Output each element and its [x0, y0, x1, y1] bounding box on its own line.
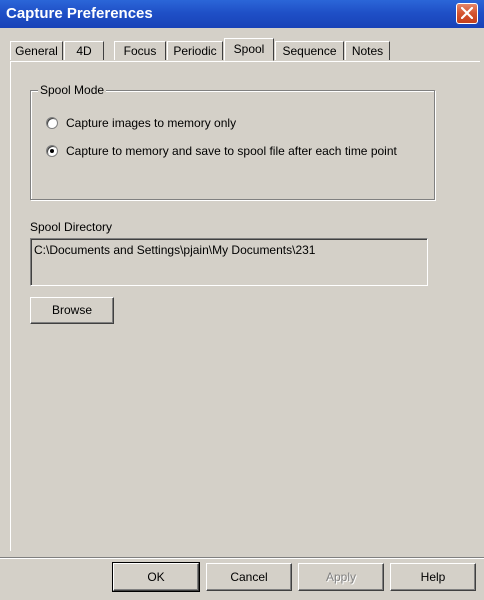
title-bar[interactable]: Capture Preferences	[0, 0, 484, 28]
ok-button[interactable]: OK	[112, 562, 200, 592]
cancel-button[interactable]: Cancel	[206, 563, 292, 591]
tab-spool[interactable]: Spool	[224, 38, 274, 61]
radio-button[interactable]	[46, 117, 58, 129]
window-title: Capture Preferences	[6, 5, 153, 22]
radio-label[interactable]: Capture images to memory only	[66, 116, 236, 130]
tab-sequence[interactable]: Sequence	[275, 41, 344, 60]
tab-notes[interactable]: Notes	[345, 41, 390, 60]
radio-button-checked[interactable]	[46, 145, 58, 157]
radio-label[interactable]: Capture to memory and save to spool file…	[66, 144, 397, 158]
browse-button[interactable]: Browse	[30, 297, 114, 324]
tab-focus[interactable]: Focus	[114, 41, 166, 60]
tab-general[interactable]: General	[10, 41, 63, 60]
help-button[interactable]: Help	[390, 563, 476, 591]
tab-strip: General 4D Focus Periodic Spool Sequence…	[10, 38, 480, 61]
divider	[0, 557, 484, 559]
close-button[interactable]	[456, 3, 478, 24]
radio-memory-only[interactable]: Capture images to memory only	[46, 115, 236, 131]
spool-directory-label: Spool Directory	[30, 220, 113, 234]
spool-directory-field[interactable]: C:\Documents and Settings\pjain\My Docum…	[30, 238, 428, 286]
tab-4d[interactable]: 4D	[64, 41, 104, 60]
tab-periodic[interactable]: Periodic	[167, 41, 223, 60]
apply-button[interactable]: Apply	[298, 563, 384, 591]
close-icon	[461, 7, 473, 19]
spool-mode-legend: Spool Mode	[38, 83, 107, 97]
radio-memory-and-spool[interactable]: Capture to memory and save to spool file…	[46, 143, 397, 159]
